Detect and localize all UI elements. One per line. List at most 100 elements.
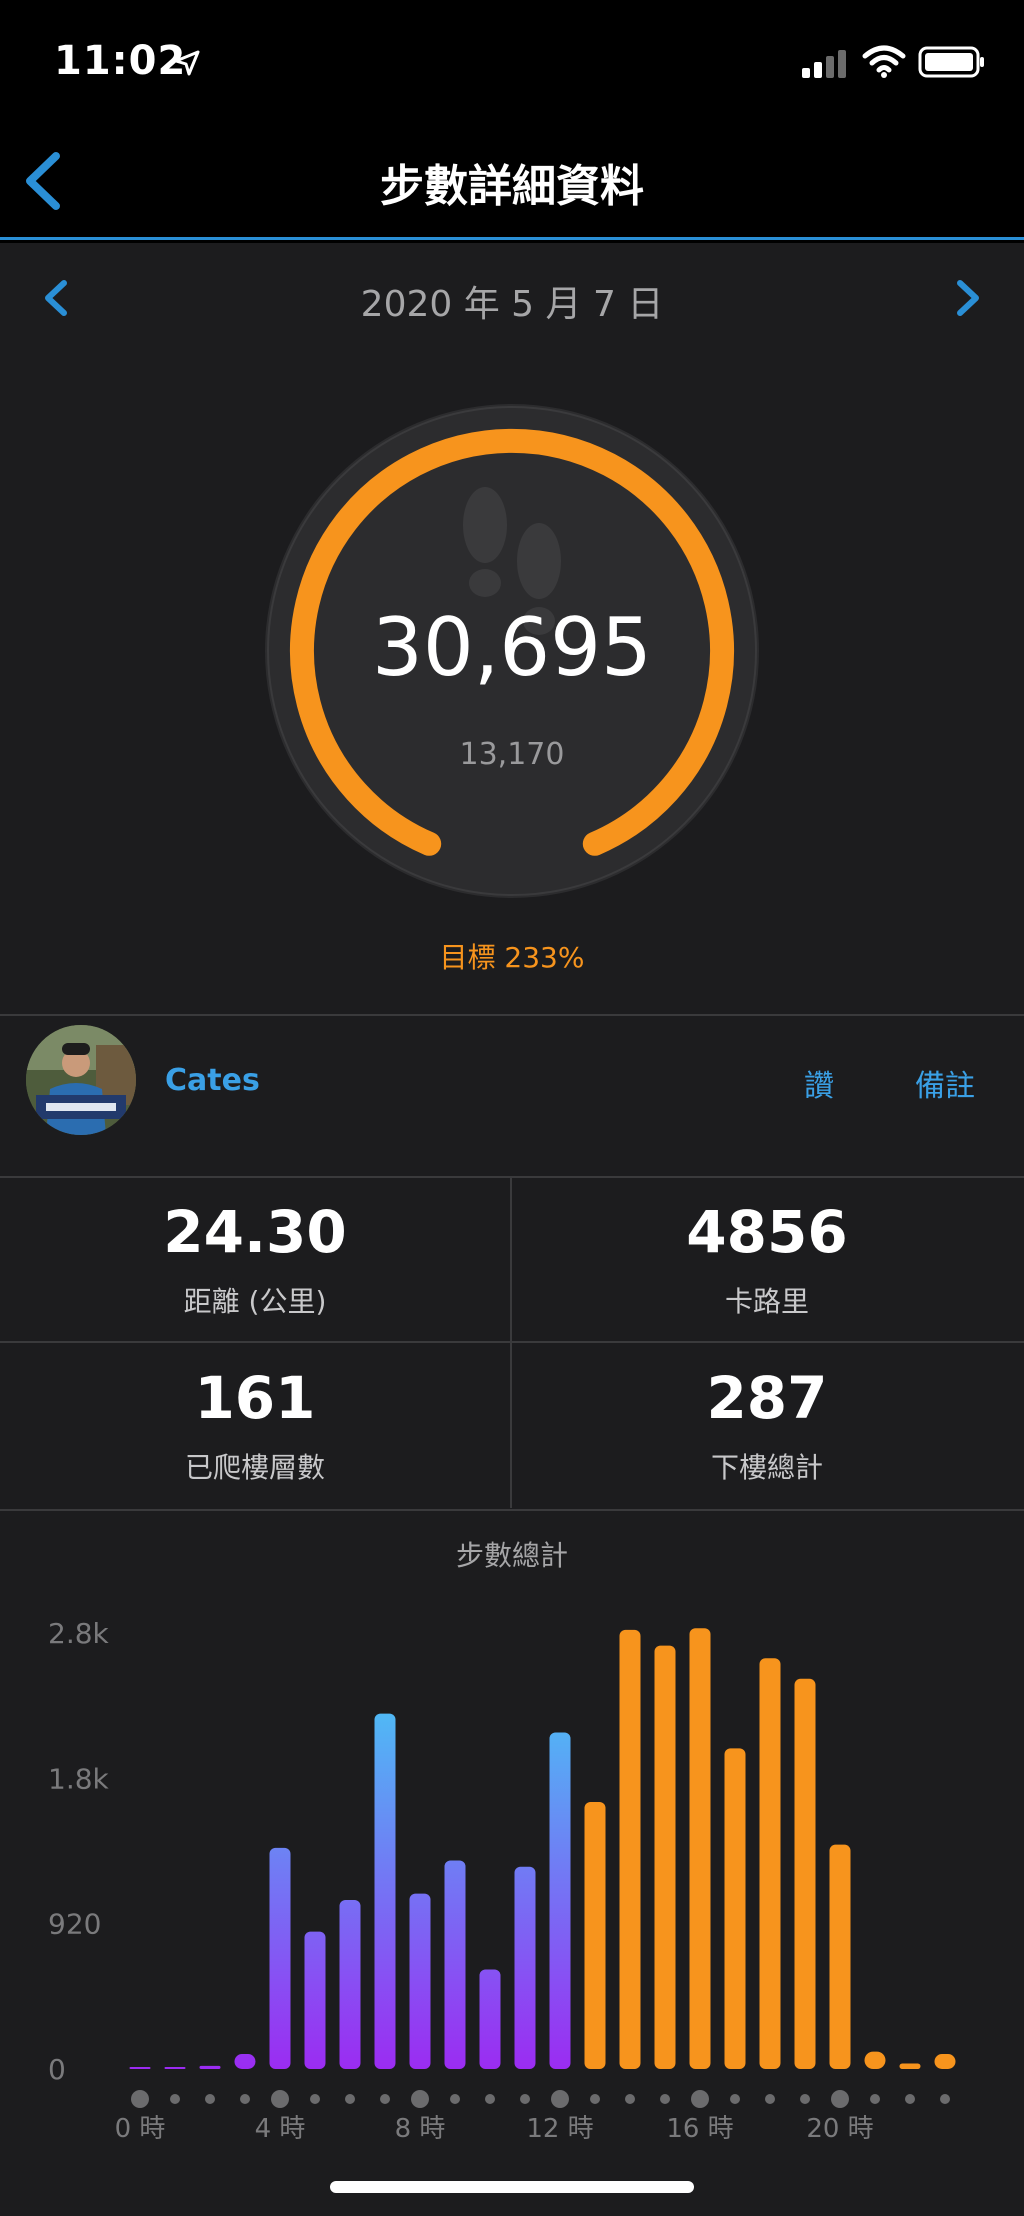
x-axis-dot	[800, 2094, 810, 2104]
chart-bar	[689, 1628, 711, 2069]
x-axis-dot	[870, 2094, 880, 2104]
x-axis-dot	[271, 2090, 289, 2108]
x-axis-dot	[831, 2090, 849, 2108]
chart-bar	[654, 1645, 676, 2069]
x-axis-dot	[590, 2094, 600, 2104]
chart-bar	[164, 2067, 186, 2069]
x-axis-dot	[691, 2090, 709, 2108]
steps-chart: 步數總計 0 920 1.8k 2.8k 0 時 4 時 8 時 12 時 16 時 20 時	[0, 1523, 1024, 2143]
chart-bar	[759, 1658, 781, 2069]
status-bar: 11:02	[0, 0, 1024, 120]
nav-bar: 步數詳細資料	[0, 120, 1024, 240]
home-indicator[interactable]	[330, 2181, 694, 2193]
x-axis-dot	[765, 2094, 775, 2104]
stat-value: 287	[706, 1364, 828, 1432]
chart-bar	[304, 1931, 326, 2069]
steps-goal: 13,170	[459, 737, 565, 772]
y-tick-label: 2.8k	[48, 1617, 110, 1650]
chart-bar	[724, 1748, 746, 2069]
goal-percent: 目標 233%	[439, 941, 585, 974]
stats-grid: 24.30 距離 (公里) 4856 卡路里 161 已爬樓層數 287 下樓總…	[0, 1178, 1024, 1508]
stat-value: 24.30	[163, 1198, 347, 1266]
steps-total: 30,695	[372, 601, 652, 694]
chart-title: 步數總計	[456, 1539, 568, 1572]
y-tick-label: 920	[48, 1908, 101, 1941]
next-day-button[interactable]	[948, 273, 988, 323]
x-tick-label: 4 時	[255, 2114, 306, 2143]
x-axis-dot	[940, 2094, 950, 2104]
stat-value: 4856	[686, 1198, 848, 1266]
battery-icon	[918, 46, 984, 78]
steps-chart-svg: 步數總計 0 920 1.8k 2.8k 0 時 4 時 8 時 12 時 16 時 20 時	[48, 1539, 956, 2143]
chart-bar	[619, 1629, 641, 2069]
x-axis-dot	[905, 2094, 915, 2104]
divider	[0, 1341, 1024, 1343]
x-axis-dot	[450, 2094, 460, 2104]
x-axis-dot	[205, 2094, 215, 2104]
chart-bar	[269, 1847, 291, 2069]
cellular-signal-icon	[802, 50, 846, 78]
like-button[interactable]: 讚	[804, 1061, 834, 1105]
date-navigator: 2020 年 5 月 7 日	[0, 243, 1024, 348]
x-tick-label: 8 時	[395, 2114, 446, 2143]
main-content: 2020 年 5 月 7 日 30,695 13,170 目標 233% Cat…	[0, 243, 1024, 2216]
user-row: Cates 讚 備註	[0, 1013, 1024, 1135]
chart-bar	[829, 1844, 851, 2069]
x-axis-dot	[170, 2094, 180, 2104]
location-arrow-icon	[174, 50, 200, 76]
x-tick-label: 16 時	[666, 2114, 733, 2143]
notes-button[interactable]: 備註	[915, 1061, 975, 1105]
chart-bar	[234, 2053, 256, 2069]
x-tick-label: 12 時	[526, 2114, 593, 2143]
chart-bar	[129, 2067, 151, 2069]
x-axis-dot	[240, 2094, 250, 2104]
y-tick-label: 1.8k	[48, 1762, 110, 1795]
avatar[interactable]	[26, 1025, 136, 1135]
x-axis-dot	[551, 2090, 569, 2108]
chart-bar	[444, 1860, 466, 2069]
x-tick-label: 0 時	[115, 2114, 166, 2143]
avatar-image	[26, 1025, 136, 1135]
chart-bar	[514, 1866, 536, 2069]
chart-bar	[899, 2063, 921, 2069]
x-axis-dot	[411, 2090, 429, 2108]
wifi-icon	[862, 45, 906, 78]
chart-bar	[549, 1732, 571, 2069]
divider	[510, 1178, 512, 1508]
y-tick-label: 0	[48, 2053, 66, 2086]
x-axis-dot	[730, 2094, 740, 2104]
chart-bar	[339, 1899, 361, 2069]
chart-bar	[864, 2051, 886, 2069]
chart-bar	[584, 1802, 606, 2069]
date-label: 2020 年 5 月 7 日	[360, 284, 664, 325]
stat-distance: 24.30 距離 (公里)	[0, 1178, 510, 1340]
stat-label: 已爬樓層數	[184, 1451, 325, 1484]
x-axis-dot	[625, 2094, 635, 2104]
chart-bar	[409, 1893, 431, 2069]
x-tick-label: 20 時	[806, 2114, 873, 2143]
chart-bar	[374, 1713, 396, 2069]
page-title: 步數詳細資料	[380, 161, 644, 212]
chart-bar	[934, 2053, 956, 2069]
steps-ring: 30,695 13,170	[262, 401, 762, 901]
stat-floors-descended: 287 下樓總計	[512, 1344, 1022, 1506]
status-time: 11:02	[54, 38, 187, 84]
x-axis-dot	[380, 2094, 390, 2104]
x-axis-dot	[131, 2090, 149, 2108]
stat-label: 下樓總計	[710, 1451, 823, 1484]
stat-label: 距離 (公里)	[183, 1285, 327, 1318]
stat-label: 卡路里	[724, 1285, 809, 1318]
chart-bar	[479, 1969, 501, 2069]
divider	[0, 1509, 1024, 1511]
x-axis-dot	[520, 2094, 530, 2104]
x-axis-dot	[345, 2094, 355, 2104]
user-name[interactable]: Cates	[165, 1063, 260, 1098]
stat-value: 161	[194, 1364, 316, 1432]
chart-bar	[794, 1678, 816, 2069]
chart-bar	[199, 2065, 221, 2069]
x-axis-dot	[310, 2094, 320, 2104]
stat-calories: 4856 卡路里	[512, 1178, 1022, 1340]
x-axis-dot	[485, 2094, 495, 2104]
x-axis-dot	[660, 2094, 670, 2104]
stat-floors-climbed: 161 已爬樓層數	[0, 1344, 510, 1506]
